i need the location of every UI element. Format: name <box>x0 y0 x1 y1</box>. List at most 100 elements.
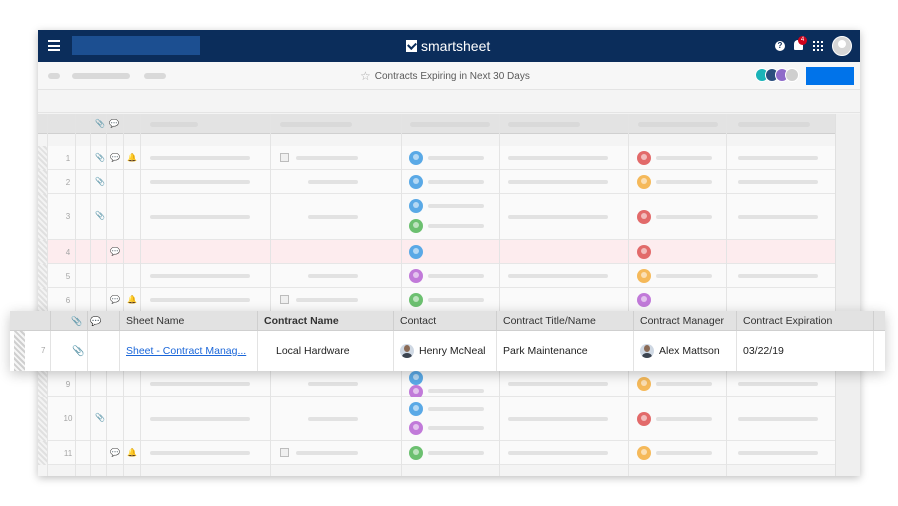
column-header-contact[interactable]: Contact <box>394 311 497 331</box>
cell-placeholder[interactable] <box>428 389 484 393</box>
manager-avatar[interactable] <box>637 446 651 460</box>
cell-placeholder[interactable] <box>428 204 484 208</box>
favorite-star-icon[interactable]: ☆ <box>360 69 371 83</box>
contract-expiration-cell[interactable]: 03/22/19 <box>737 331 874 371</box>
cell-placeholder[interactable] <box>738 451 818 455</box>
attachment-icon[interactable]: 📎 <box>95 211 105 220</box>
cell-placeholder[interactable] <box>656 451 712 455</box>
comment-icon[interactable]: 💬 <box>110 448 120 457</box>
manager-avatar[interactable] <box>637 245 651 259</box>
table-row-7[interactable]: 7 📎 Sheet - Contract Manag... Local Hard… <box>10 331 885 371</box>
expand-collapse-icon[interactable] <box>280 295 289 304</box>
toolbar-placeholder-3[interactable] <box>144 73 166 79</box>
attachment-icon[interactable]: 📎 <box>95 153 105 162</box>
table-row[interactable]: 10 📎 <box>38 397 835 441</box>
column-header-contract-name[interactable]: Contract Name <box>258 311 394 331</box>
cell-placeholder[interactable] <box>150 451 250 455</box>
cell-placeholder[interactable] <box>428 156 484 160</box>
attachment-icon[interactable]: 📎 <box>95 413 105 422</box>
apps-grid-icon[interactable] <box>813 41 823 51</box>
cell-placeholder[interactable] <box>296 298 358 302</box>
table-row[interactable]: 1 📎 💬 🔔 <box>38 146 835 170</box>
cell-placeholder[interactable] <box>428 426 484 430</box>
reminder-bell-icon[interactable]: 🔔 <box>127 153 137 162</box>
comment-cell[interactable] <box>88 331 120 371</box>
cell-placeholder[interactable] <box>296 451 358 455</box>
comment-icon[interactable]: 💬 <box>110 295 120 304</box>
reminder-bell-icon[interactable]: 🔔 <box>127 448 137 457</box>
cell-placeholder[interactable] <box>508 417 608 421</box>
row-drag-handle[interactable] <box>38 194 47 240</box>
expand-collapse-icon[interactable] <box>280 448 289 457</box>
cell-placeholder[interactable] <box>150 215 250 219</box>
manager-avatar[interactable] <box>637 269 651 283</box>
cell-placeholder[interactable] <box>656 156 712 160</box>
row-drag-handle[interactable] <box>38 264 47 288</box>
column-header[interactable] <box>280 122 352 127</box>
contact-avatar[interactable] <box>409 371 423 385</box>
sheet-name-link[interactable]: Sheet - Contract Manag... <box>126 345 246 357</box>
vertical-scrollbar[interactable] <box>835 114 860 476</box>
contact-avatar[interactable] <box>409 199 423 213</box>
contact-avatar[interactable] <box>409 269 423 283</box>
manager-avatar[interactable] <box>637 377 651 391</box>
cell-placeholder[interactable] <box>508 180 608 184</box>
cell-placeholder[interactable] <box>150 382 250 386</box>
reminder-bell-icon[interactable]: 🔔 <box>127 295 137 304</box>
user-avatar[interactable] <box>832 36 852 56</box>
cell-placeholder[interactable] <box>308 417 358 421</box>
attachment-icon[interactable]: 📎 <box>95 177 105 186</box>
cell-placeholder[interactable] <box>738 180 818 184</box>
share-button[interactable] <box>806 67 854 85</box>
formula-bar[interactable] <box>38 91 860 113</box>
table-row[interactable]: 2 📎 <box>38 170 835 194</box>
menu-icon[interactable] <box>48 40 60 51</box>
contract-name-cell[interactable]: Local Hardware <box>258 331 394 371</box>
collaborator-avatar[interactable] <box>785 68 799 82</box>
column-header-contract-title[interactable]: Contract Title/Name <box>497 311 634 331</box>
row-drag-handle[interactable] <box>14 331 25 371</box>
attachment-icon[interactable]: 📎 <box>72 346 84 357</box>
cell-placeholder[interactable] <box>150 274 250 278</box>
manager-avatar[interactable] <box>637 412 651 426</box>
manager-avatar[interactable] <box>637 175 651 189</box>
cell-placeholder[interactable] <box>428 298 484 302</box>
cell-placeholder[interactable] <box>428 224 484 228</box>
cell-placeholder[interactable] <box>508 156 608 160</box>
cell-placeholder[interactable] <box>656 417 712 421</box>
expand-collapse-icon[interactable] <box>280 153 289 162</box>
contact-avatar[interactable] <box>409 293 423 307</box>
cell-placeholder[interactable] <box>150 417 250 421</box>
cell-placeholder[interactable] <box>308 180 358 184</box>
attachment-cell[interactable]: 📎 <box>51 331 88 371</box>
manager-avatar[interactable] <box>637 293 651 307</box>
contact-avatar[interactable] <box>409 151 423 165</box>
column-header[interactable] <box>738 122 810 127</box>
cell-placeholder[interactable] <box>508 274 608 278</box>
cell-placeholder[interactable] <box>508 451 608 455</box>
cell-placeholder[interactable] <box>308 382 358 386</box>
column-header-contract-expiration[interactable]: Contract Expiration <box>737 311 874 331</box>
column-header-sheet-name[interactable]: Sheet Name <box>120 311 258 331</box>
sheet-name-cell[interactable]: Sheet - Contract Manag... <box>120 331 258 371</box>
contact-avatar[interactable] <box>409 421 423 435</box>
cell-placeholder[interactable] <box>150 156 250 160</box>
contact-avatar[interactable] <box>409 175 423 189</box>
manager-avatar[interactable] <box>637 151 651 165</box>
contact-cell[interactable]: Henry McNeal <box>394 331 497 371</box>
table-row[interactable]: 9 <box>38 371 835 399</box>
cell-placeholder[interactable] <box>308 215 358 219</box>
cell-placeholder[interactable] <box>738 156 818 160</box>
table-row[interactable]: 3 📎 <box>38 194 835 240</box>
cell-placeholder[interactable] <box>508 382 608 386</box>
row-drag-handle[interactable] <box>38 371 47 397</box>
comment-icon[interactable]: 💬 <box>110 153 120 162</box>
cell-placeholder[interactable] <box>428 451 484 455</box>
table-row-highlighted[interactable]: 4 💬 <box>38 240 835 264</box>
cell-placeholder[interactable] <box>428 180 484 184</box>
cell-placeholder[interactable] <box>656 180 712 184</box>
cell-placeholder[interactable] <box>428 274 484 278</box>
help-icon[interactable]: ? <box>775 41 785 51</box>
column-header[interactable] <box>638 122 718 127</box>
cell-placeholder[interactable] <box>296 156 358 160</box>
